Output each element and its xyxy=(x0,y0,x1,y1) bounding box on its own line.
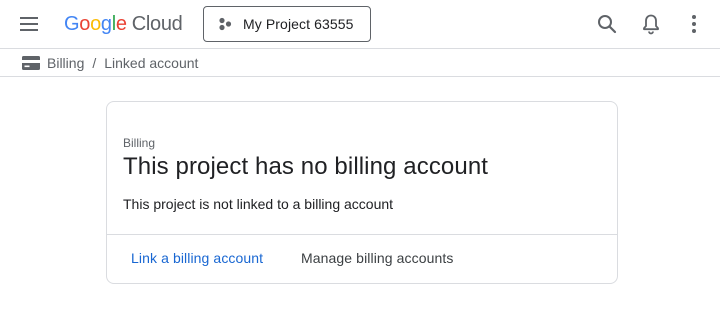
top-app-bar: Google Cloud My Project 63555 xyxy=(0,0,720,48)
svg-text:GoogleCloud: Google Cloud xyxy=(64,13,183,35)
breadcrumb-divider xyxy=(0,76,720,77)
breadcrumb-current: Linked account xyxy=(104,55,199,71)
google-cloud-wordmark: Google Cloud xyxy=(64,13,183,35)
no-billing-account-card: Billing This project has no billing acco… xyxy=(106,101,618,284)
card-eyebrow: Billing xyxy=(123,136,156,150)
card-divider xyxy=(107,234,617,235)
link-billing-account-button[interactable]: Link a billing account xyxy=(131,250,263,266)
billing-card-icon xyxy=(22,56,40,70)
project-name: My Project 63555 xyxy=(243,16,354,32)
main-menu-button[interactable] xyxy=(13,11,45,37)
breadcrumb-separator: / xyxy=(92,55,97,71)
more-vert-icon xyxy=(692,15,696,33)
search-button[interactable] xyxy=(595,12,619,36)
google-cloud-logo[interactable]: Google Cloud xyxy=(64,11,184,37)
card-title: This project has no billing account xyxy=(123,153,489,180)
notifications-bell-icon xyxy=(643,14,659,35)
notifications-button[interactable] xyxy=(639,12,663,36)
more-options-button[interactable] xyxy=(682,12,706,36)
project-hub-icon xyxy=(219,17,232,31)
breadcrumb-billing-link[interactable]: Billing xyxy=(47,55,84,71)
hamburger-menu-icon xyxy=(20,17,38,31)
breadcrumb: Billing / Linked account xyxy=(0,49,720,76)
card-description: This project is not linked to a billing … xyxy=(123,196,394,212)
project-picker-button[interactable]: My Project 63555 xyxy=(203,6,371,42)
manage-billing-accounts-button[interactable]: Manage billing accounts xyxy=(301,250,454,266)
search-icon xyxy=(598,15,617,34)
